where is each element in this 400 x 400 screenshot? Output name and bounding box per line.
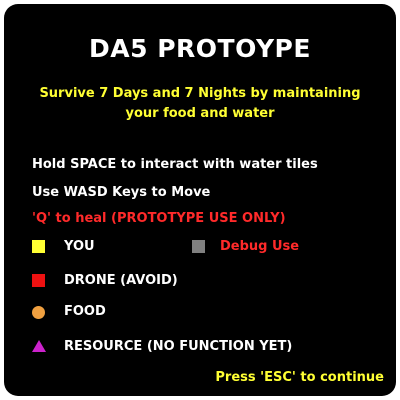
legend-food-label: FOOD <box>64 304 106 319</box>
legend-you-label: YOU <box>64 239 95 254</box>
red-square-icon <box>32 274 45 287</box>
continue-prompt: Press 'ESC' to continue <box>215 370 384 385</box>
legend-resource-label: RESOURCE (NO FUNCTION YET) <box>64 339 293 354</box>
water-instruction: Hold SPACE to interact with water tiles <box>32 157 318 172</box>
legend-debug-label: Debug Use <box>220 239 300 254</box>
gray-square-icon <box>192 240 205 253</box>
instructions-panel: DA5 PROTOYPE Survive 7 Days and 7 Nights… <box>4 4 396 396</box>
yellow-square-icon <box>32 240 45 253</box>
orange-circle-icon <box>32 306 45 319</box>
game-objective: Survive 7 Days and 7 Nights by maintaini… <box>39 86 361 121</box>
move-instruction: Use WASD Keys to Move <box>32 185 211 200</box>
magenta-triangle-icon <box>32 340 46 352</box>
game-title: DA5 PROTOYPE <box>89 34 311 63</box>
heal-instruction: 'Q' to heal (PROTOTYPE USE ONLY) <box>32 211 286 226</box>
legend-drone-label: DRONE (AVOID) <box>64 273 178 288</box>
